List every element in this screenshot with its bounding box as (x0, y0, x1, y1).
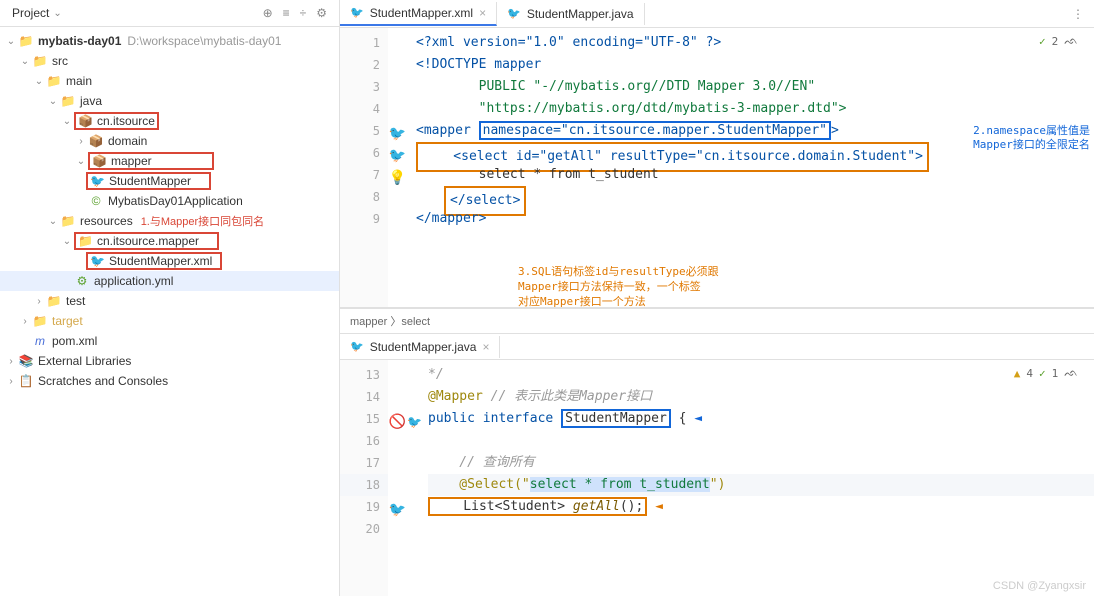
editor-tabs: 🐦 StudentMapper.xml × 🐦 StudentMapper.ja… (340, 0, 1094, 28)
folder-icon: 📁 (18, 34, 34, 48)
gear-icon[interactable]: ⚙ (316, 6, 327, 20)
tree-mapper[interactable]: ⌄📦mapper (0, 151, 339, 171)
code-status[interactable]: ✓2 ᨒ (1039, 34, 1078, 48)
watermark: CSDN @Zyangxsir (993, 580, 1086, 592)
target-icon[interactable]: ⊕ (263, 6, 273, 20)
tree-domain[interactable]: ›📦domain (0, 131, 339, 151)
bird-icon: 🐦 (507, 7, 521, 20)
tree-resources[interactable]: ⌄📁resources 1.与Mapper接口同包同名 (0, 211, 339, 231)
tree-main[interactable]: ⌄📁main (0, 71, 339, 91)
annotation-2: 2.namespace属性值是Mapper接口的全限定名 (973, 124, 1090, 152)
line-gutter: 1 2 3 4 5🐦 6🐦 7💡 8 9 (340, 28, 388, 307)
java-editor[interactable]: ▲4 ✓1 ᨒ */ @Mapper // 表示此类是Mapper接口 publ… (388, 360, 1094, 596)
line-gutter-2: 13 14 15🚫🐦 16 17 18 19🐦 20 (340, 360, 388, 596)
tree-test[interactable]: ›📁test (0, 291, 339, 311)
tree-app[interactable]: ©MybatisDay01Application (0, 191, 339, 211)
second-tabs: 🐦 StudentMapper.java × (340, 334, 1094, 360)
tree-java[interactable]: ⌄📁java (0, 91, 339, 111)
chevron-down-icon: ⌄ (53, 8, 61, 19)
tree-studentmapperxml[interactable]: 🐦StudentMapper.xml (0, 251, 339, 271)
expand-icon[interactable]: ≡ (283, 6, 290, 20)
tree-scratches[interactable]: ›📋Scratches and Consoles (0, 371, 339, 391)
tree-extlib[interactable]: ›📚External Libraries (0, 351, 339, 371)
tab-java-2[interactable]: 🐦 StudentMapper.java × (340, 336, 500, 358)
close-icon[interactable]: × (482, 340, 489, 354)
xml-editor[interactable]: ✓2 ᨒ <?xml version="1.0" encoding="UTF-8… (388, 28, 1094, 307)
chevron-down-icon: ⌄ (4, 36, 18, 47)
tree-appyml[interactable]: ⚙application.yml (0, 271, 339, 291)
project-tree: ⌄ 📁 mybatis-day01 D:\workspace\mybatis-d… (0, 27, 339, 596)
tree-studentmapper[interactable]: 🐦StudentMapper (0, 171, 339, 191)
breadcrumb[interactable]: mapper 〉select (340, 308, 1094, 334)
tab-java[interactable]: 🐦 StudentMapper.java (497, 3, 644, 25)
tree-src[interactable]: ⌄📁src (0, 51, 339, 71)
annotation-3: 3.SQL语句标签id与resultType必须跟 Mapper接口方法保持一致… (518, 264, 719, 309)
project-title[interactable]: Project ⌄ (12, 6, 62, 20)
tab-xml[interactable]: 🐦 StudentMapper.xml × (340, 2, 497, 26)
collapse-icon[interactable]: ÷ (300, 6, 307, 20)
close-icon[interactable]: × (479, 6, 486, 20)
tree-target[interactable]: ›📁target (0, 311, 339, 331)
tree-cnitsource[interactable]: ⌄📦cn.itsource (0, 111, 339, 131)
bird-icon: 🐦 (350, 340, 364, 353)
annotation-1: 1.与Mapper接口同包同名 (141, 213, 264, 229)
sidebar-header: Project ⌄ ⊕ ≡ ÷ ⚙ (0, 0, 339, 27)
tree-pom[interactable]: mpom.xml (0, 331, 339, 351)
project-sidebar: Project ⌄ ⊕ ≡ ÷ ⚙ ⌄ 📁 mybatis-day01 D:\w… (0, 0, 340, 596)
editor-area: 🐦 StudentMapper.xml × 🐦 StudentMapper.ja… (340, 0, 1094, 596)
code-status-2[interactable]: ▲4 ✓1 ᨒ (1014, 366, 1078, 380)
more-icon[interactable]: ⋮ (1062, 7, 1094, 21)
tree-root[interactable]: ⌄ 📁 mybatis-day01 D:\workspace\mybatis-d… (0, 31, 339, 51)
tree-mapperpkg[interactable]: ⌄📁cn.itsource.mapper (0, 231, 339, 251)
bird-icon: 🐦 (350, 6, 364, 19)
